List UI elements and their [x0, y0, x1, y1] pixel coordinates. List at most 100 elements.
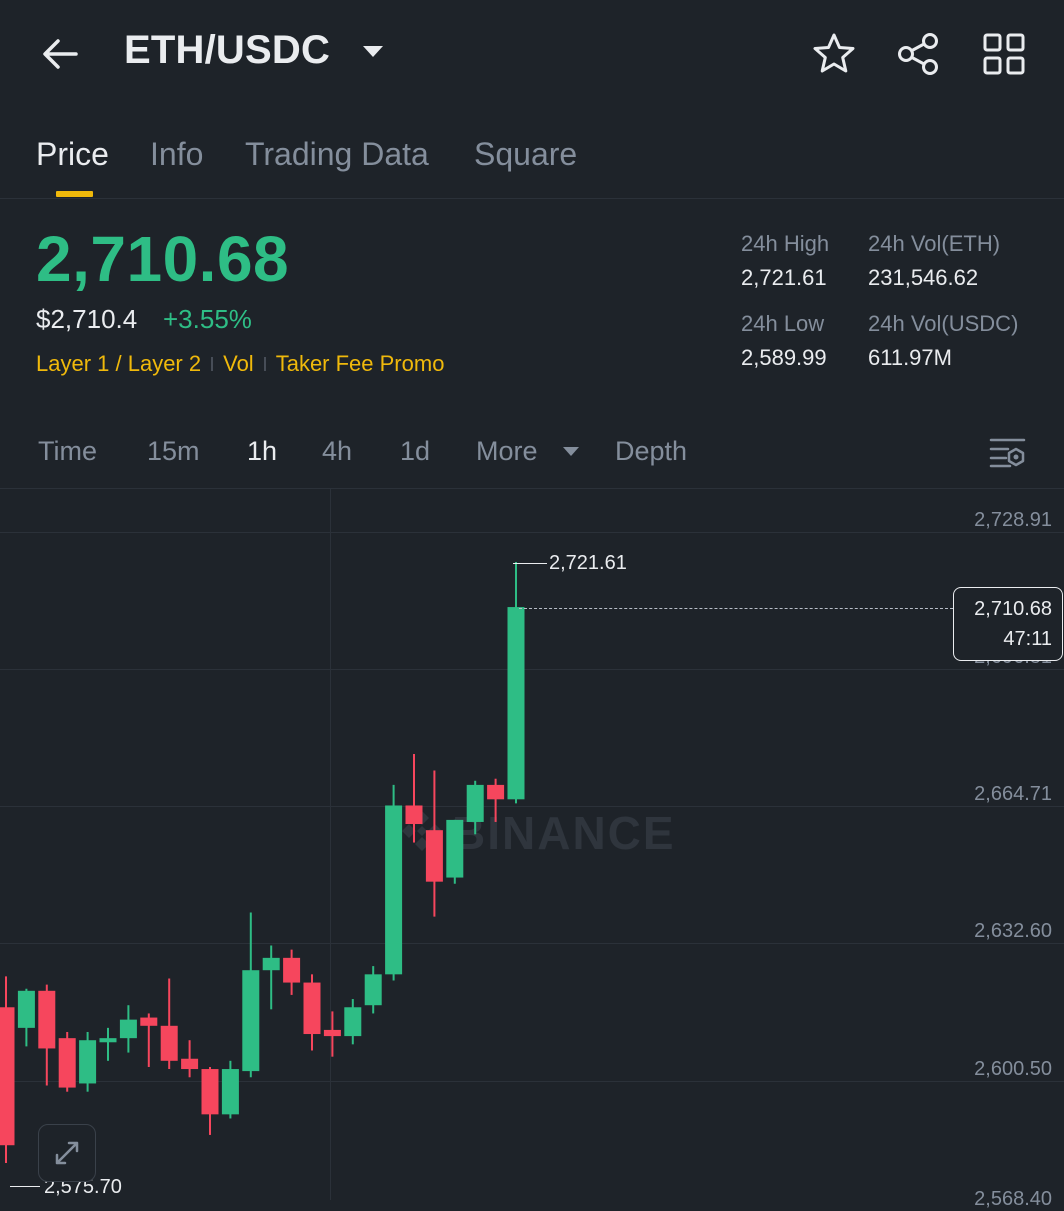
timeframe-4h[interactable]: 4h — [322, 436, 352, 467]
candle-body-down — [38, 990, 56, 1049]
candle — [303, 974, 321, 1051]
candle-body-down — [487, 784, 505, 800]
candle-body-up — [385, 805, 403, 975]
candle-body-down — [160, 1025, 178, 1061]
timeframe-1h[interactable]: 1h — [247, 436, 277, 467]
vol-quote-value: 611.97M — [868, 345, 952, 370]
page-tabs: Price Info Trading Data Square — [0, 128, 1064, 199]
current-price-line — [519, 608, 953, 609]
current-price-tag: 2,710.68 47:11 — [953, 587, 1063, 661]
candle — [0, 976, 15, 1163]
candle-body-up — [242, 970, 260, 1072]
tag-separator — [211, 357, 214, 372]
candle — [242, 912, 260, 1078]
current-price-value: 2,710.68 — [974, 598, 1052, 620]
timeframe-more[interactable]: More — [476, 436, 538, 467]
active-tab-indicator — [56, 191, 93, 197]
high-marker-line — [513, 563, 547, 564]
y-axis-label: 2,632.60 — [974, 920, 1052, 942]
candle-body-down — [323, 1029, 341, 1037]
pair-title[interactable]: ETH/USDC — [124, 28, 330, 73]
candle — [181, 1040, 199, 1078]
vol-quote-label: 24h Vol(USDC) — [868, 311, 1019, 336]
candle — [17, 988, 35, 1047]
candle-body-down — [425, 830, 443, 882]
candle — [283, 949, 301, 995]
share-icon[interactable] — [894, 30, 944, 78]
price-change-percent: +3.55% — [163, 304, 252, 334]
candle — [344, 999, 362, 1045]
candle — [38, 984, 56, 1086]
timeframe-time[interactable]: Time — [38, 436, 97, 467]
tab-price[interactable]: Price — [36, 136, 109, 173]
candle-body-up — [79, 1040, 97, 1084]
candle-body-down — [0, 1007, 15, 1146]
candle — [425, 770, 443, 917]
candle-body-down — [405, 805, 423, 825]
candle — [487, 778, 505, 822]
candle-body-up — [119, 1019, 137, 1039]
tag-layer[interactable]: Layer 1 / Layer 2 — [36, 351, 201, 376]
candle — [140, 1013, 158, 1067]
candle-body-up — [466, 784, 484, 822]
candle — [119, 1005, 137, 1053]
grid-menu-icon[interactable] — [980, 30, 1028, 78]
low-marker-line — [10, 1186, 40, 1187]
candlestick-chart[interactable] — [0, 489, 1064, 1200]
candle — [507, 562, 525, 804]
y-axis-label: 2,664.71 — [974, 783, 1052, 805]
candle — [99, 1027, 117, 1061]
candle-body-up — [99, 1038, 117, 1043]
low-label: 24h Low — [741, 311, 825, 336]
candle — [405, 754, 423, 843]
last-price: 2,710.68 — [36, 223, 290, 295]
timeframe-depth[interactable]: Depth — [615, 436, 687, 467]
candle — [323, 1011, 341, 1057]
candle-body-down — [140, 1017, 158, 1026]
candle — [466, 780, 484, 835]
candle-body-down — [181, 1058, 199, 1070]
candle — [364, 966, 382, 1014]
candle — [385, 784, 403, 981]
candle — [446, 819, 464, 884]
candle-body-up — [344, 1007, 362, 1037]
back-arrow-icon[interactable] — [38, 32, 82, 76]
vol-base-label: 24h Vol(ETH) — [868, 231, 1001, 256]
candle-countdown: 47:11 — [1003, 628, 1052, 650]
high-label: 24h High — [741, 231, 830, 256]
expand-icon — [55, 1141, 79, 1165]
tab-square[interactable]: Square — [474, 136, 577, 173]
candle — [58, 1031, 76, 1092]
candle — [221, 1060, 239, 1119]
high-marker-label: 2,721.61 — [549, 552, 627, 574]
high-value: 2,721.61 — [741, 265, 827, 290]
y-axis-label: 2,600.50 — [974, 1058, 1052, 1080]
tab-trading-data[interactable]: Trading Data — [245, 136, 429, 173]
candle-body-down — [58, 1038, 76, 1088]
more-caret-icon[interactable] — [561, 445, 581, 459]
candle — [201, 1066, 219, 1135]
candle-body-up — [446, 819, 464, 878]
tab-info[interactable]: Info — [150, 136, 203, 173]
candle-body-down — [283, 957, 301, 983]
y-axis-label: 2,728.91 — [974, 509, 1052, 531]
chart-settings-icon[interactable] — [988, 434, 1028, 470]
candle-body-up — [17, 990, 35, 1028]
low-value: 2,589.99 — [741, 345, 827, 370]
usd-price: $2,710.4 — [36, 304, 138, 334]
pair-dropdown-caret-icon[interactable] — [360, 42, 386, 62]
tag-taker-fee-promo[interactable]: Taker Fee Promo — [276, 351, 445, 376]
candle — [160, 978, 178, 1070]
candle-body-up — [262, 957, 280, 971]
tag-separator — [263, 357, 266, 372]
candle-body-up — [364, 974, 382, 1006]
timeframe-15m[interactable]: 15m — [147, 436, 200, 467]
candle — [262, 945, 280, 1010]
timeframe-1d[interactable]: 1d — [400, 436, 430, 467]
fullscreen-button[interactable] — [38, 1124, 96, 1182]
candle-body-down — [303, 982, 321, 1035]
tag-row: Layer 1 / Layer 2 Vol Taker Fee Promo — [36, 351, 444, 377]
star-icon[interactable] — [810, 30, 858, 78]
candle-body-up — [507, 607, 525, 800]
tag-vol[interactable]: Vol — [223, 351, 254, 376]
